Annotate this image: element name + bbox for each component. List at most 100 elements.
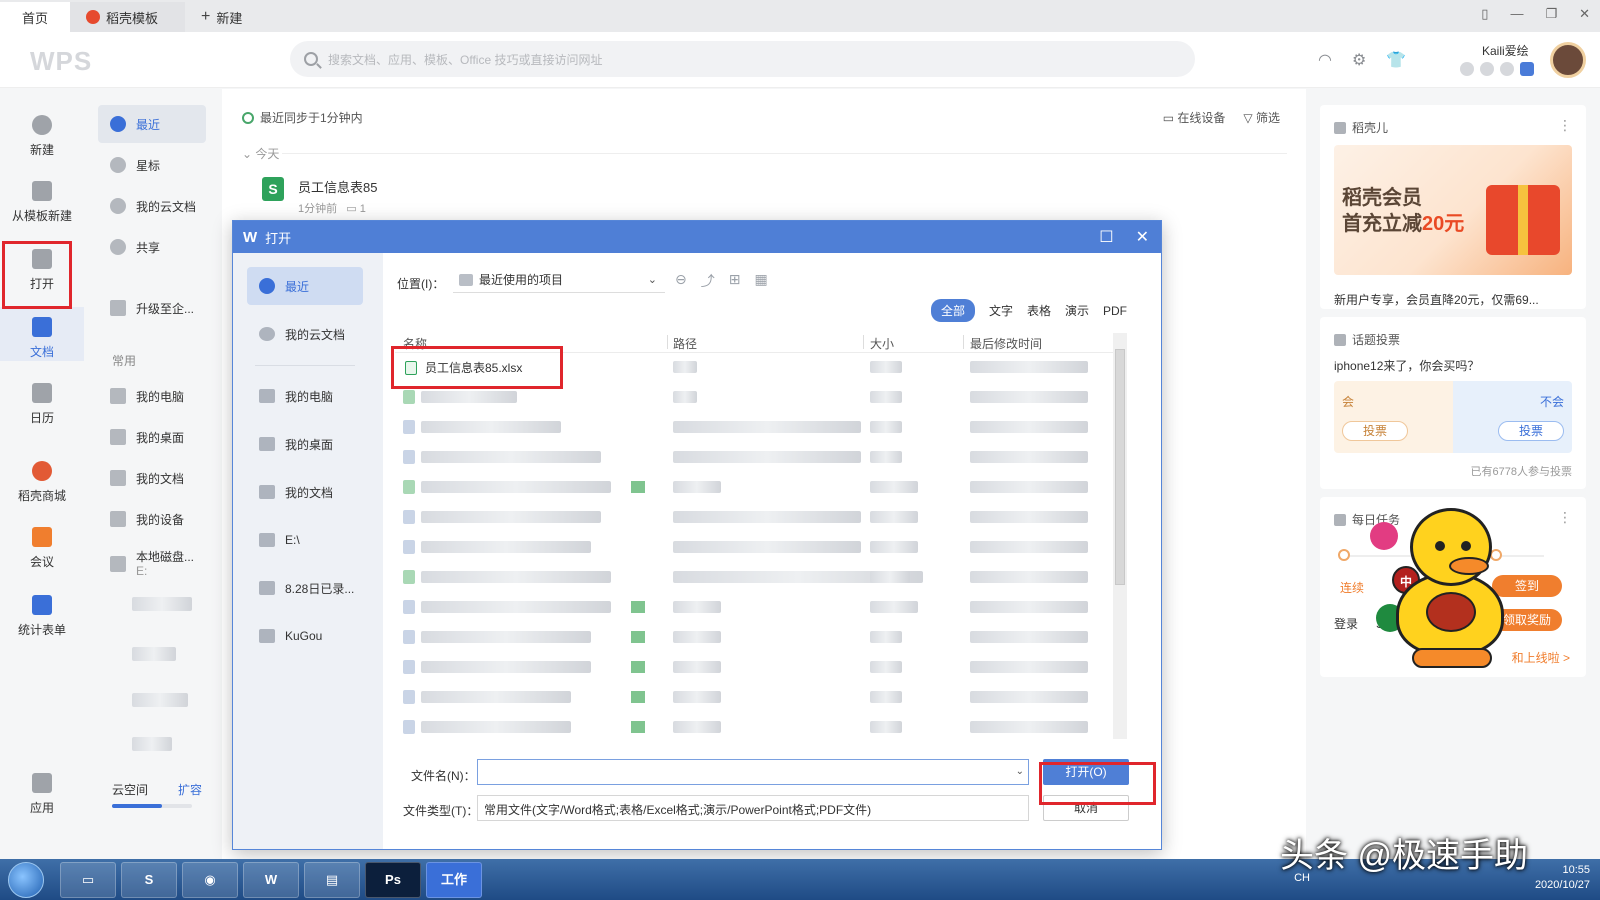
side-cloud-docs[interactable]: 我的云文档 (98, 187, 206, 225)
col-modified[interactable]: 最后修改时间 (970, 335, 1042, 352)
layout-icon[interactable]: ▯ (1481, 6, 1488, 22)
explorer-app[interactable]: ▭ (60, 862, 116, 898)
nav-meeting[interactable]: 会议 (0, 527, 84, 570)
table-row[interactable] (395, 417, 1125, 439)
task-link[interactable]: 和上线啦 > (1512, 649, 1570, 666)
table-row[interactable] (395, 687, 1125, 709)
expand-link[interactable]: 扩容 (178, 781, 202, 798)
table-row[interactable] (395, 447, 1125, 469)
minimize-icon[interactable]: — (1510, 6, 1523, 22)
dlg-side-cloud[interactable]: 我的云文档 (247, 315, 363, 353)
chevron-down-icon: ⌄ (1015, 766, 1024, 777)
table-row[interactable] (395, 537, 1125, 559)
headset-icon[interactable]: ◠ (1318, 50, 1332, 70)
table-row[interactable] (395, 477, 1125, 499)
side-upgrade[interactable]: 升级至企... (98, 289, 206, 327)
nav-docer-store[interactable]: 稻壳商城 (0, 461, 84, 504)
dlg-side-kugou[interactable]: KuGou (247, 617, 363, 655)
clock-date[interactable]: 2020/10/27 (1535, 878, 1590, 893)
vote-no-button[interactable]: 投票 (1498, 421, 1564, 441)
table-row[interactable] (395, 387, 1125, 409)
search-input[interactable]: 搜索文档、应用、模板、Office 技巧或直接访问网址 (290, 41, 1195, 77)
back-icon[interactable]: ⊖ (675, 271, 687, 291)
docer-icon (32, 461, 52, 481)
filter-spreadsheet[interactable]: 表格 (1027, 302, 1051, 319)
work-app[interactable]: 工作 (426, 862, 482, 898)
today-group[interactable]: ⌄ 今天 (242, 145, 279, 162)
filter-button[interactable]: ▽ 筛选 (1243, 109, 1280, 126)
location-select[interactable]: 最近使用的项目 ⌄ (453, 267, 665, 293)
side-my-computer[interactable]: 我的电脑 (98, 377, 206, 415)
nav-documents[interactable]: 文档 (0, 307, 84, 361)
nav-calendar[interactable]: 日历 (0, 383, 84, 426)
filter-writer[interactable]: 文字 (989, 302, 1013, 319)
dialog-titlebar[interactable]: W 打开 ☐ ✕ (233, 221, 1161, 253)
gear-icon[interactable]: ⚙ (1352, 50, 1366, 70)
side-starred[interactable]: 星标 (98, 146, 206, 184)
side-my-desktop[interactable]: 我的桌面 (98, 418, 206, 456)
side-my-documents[interactable]: 我的文档 (98, 459, 206, 497)
filter-pdf[interactable]: PDF (1103, 304, 1127, 318)
filename-input[interactable]: ⌄ (477, 759, 1029, 785)
side-shared[interactable]: 共享 (98, 228, 206, 266)
promo-banner[interactable]: 稻壳会员 首充立减20元 (1334, 145, 1572, 275)
side-local-disk[interactable]: 本地磁盘... E: (98, 541, 206, 587)
close-icon[interactable]: ✕ (1136, 227, 1149, 247)
spreadsheet-icon: S (262, 177, 284, 201)
table-row[interactable] (395, 567, 1125, 589)
username[interactable]: Kaili爱绘 (1482, 42, 1529, 59)
dlg-side-drive-e[interactable]: E:\ (247, 521, 363, 559)
dlg-side-recent[interactable]: 最近 (247, 267, 363, 305)
start-button[interactable] (8, 862, 44, 898)
view-mode-icon[interactable]: ▦ (754, 271, 767, 291)
online-devices-button[interactable]: ▭ 在线设备 (1163, 109, 1226, 126)
more-icon[interactable]: ⋮ (1558, 117, 1572, 134)
table-row[interactable] (395, 627, 1125, 649)
more-icon[interactable]: ⋮ (1558, 509, 1572, 526)
nav-new[interactable]: 新建 (0, 115, 84, 158)
dlg-side-desktop[interactable]: 我的桌面 (247, 425, 363, 463)
file-list-scrollbar[interactable] (1113, 333, 1127, 739)
side-recent[interactable]: 最近 (98, 105, 206, 143)
nav-from-template[interactable]: 从模板新建 (0, 181, 84, 224)
col-size[interactable]: 大小 (870, 335, 894, 352)
recent-file-row[interactable]: S 员工信息表85 1分钟前 ▭ 1 (262, 177, 377, 216)
badge-icon (1500, 62, 1514, 76)
wechat-app[interactable]: ◉ (182, 862, 238, 898)
dlg-side-documents[interactable]: 我的文档 (247, 473, 363, 511)
filetype-select[interactable]: 常用文件(文字/Word格式;表格/Excel格式;演示/PowerPoint格… (477, 795, 1029, 821)
clock-time[interactable]: 10:55 (1535, 863, 1590, 878)
table-row[interactable] (395, 597, 1125, 619)
photoshop-app[interactable]: Ps (365, 862, 421, 898)
col-path[interactable]: 路径 (673, 335, 697, 352)
maximize-icon[interactable]: ☐ (1099, 227, 1113, 247)
notes-app[interactable]: ▤ (304, 862, 360, 898)
tab-home[interactable]: 首页 (0, 2, 70, 32)
close-window-icon[interactable]: ✕ (1579, 6, 1590, 22)
tab-new[interactable]: + 新建 (185, 2, 258, 32)
wps-app[interactable]: W (243, 862, 299, 898)
nav-forms[interactable]: 统计表单 (0, 595, 84, 638)
table-row[interactable] (395, 657, 1125, 679)
shirt-icon[interactable]: 👕 (1386, 50, 1406, 70)
table-row[interactable] (395, 717, 1125, 739)
scroll-thumb[interactable] (1115, 349, 1125, 585)
avatar[interactable] (1550, 42, 1586, 78)
table-row[interactable] (395, 507, 1125, 529)
dlg-side-computer[interactable]: 我的电脑 (247, 377, 363, 415)
vote-yes-button[interactable]: 投票 (1342, 421, 1408, 441)
promo-desc[interactable]: 新用户专享，会员直降20元，仅需69... (1334, 291, 1539, 308)
restore-icon[interactable]: ❐ (1545, 6, 1557, 22)
sogou-app[interactable]: S (121, 862, 177, 898)
nav-apps[interactable]: 应用 (0, 773, 84, 816)
tab-bar: 首页 稻壳模板 + 新建 ▯ — ❐ ✕ (0, 0, 1600, 32)
dlg-side-folder-828[interactable]: 8.28日已录... (247, 569, 363, 607)
filter-presentation[interactable]: 演示 (1065, 302, 1089, 319)
filter-all[interactable]: 全部 (930, 299, 975, 322)
tab-docer-templates[interactable]: 稻壳模板 (70, 2, 185, 32)
side-my-devices[interactable]: 我的设备 (98, 500, 206, 538)
side-label: 我的电脑 (136, 389, 185, 404)
side-label: 最近 (136, 117, 161, 132)
new-folder-icon[interactable]: ⊞ (729, 271, 741, 291)
up-folder-icon[interactable]: ⤴ (701, 271, 715, 291)
